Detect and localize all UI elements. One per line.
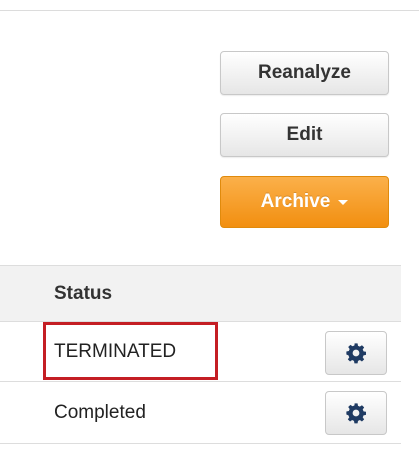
table-row: TERMINATED — [0, 322, 401, 382]
status-cell: TERMINATED — [54, 341, 177, 362]
row-settings-button[interactable] — [325, 331, 387, 375]
page: Reanalyze Edit Archive Status TERMINATED… — [0, 0, 419, 473]
row-settings-button[interactable] — [325, 391, 387, 435]
archive-label: Archive — [260, 191, 331, 212]
table-header: Status — [0, 265, 401, 322]
edit-label: Edit — [286, 124, 323, 145]
table-row: Completed — [0, 382, 401, 444]
archive-dropdown-button[interactable]: Archive — [220, 176, 389, 228]
status-cell: Completed — [54, 402, 146, 423]
edit-button[interactable]: Edit — [220, 113, 389, 157]
gear-icon — [346, 403, 366, 424]
reanalyze-label: Reanalyze — [258, 62, 351, 83]
gear-icon — [346, 343, 366, 364]
status-column-header: Status — [54, 283, 113, 304]
caret-down-icon — [338, 199, 349, 205]
divider — [0, 10, 419, 11]
reanalyze-button[interactable]: Reanalyze — [220, 51, 389, 95]
